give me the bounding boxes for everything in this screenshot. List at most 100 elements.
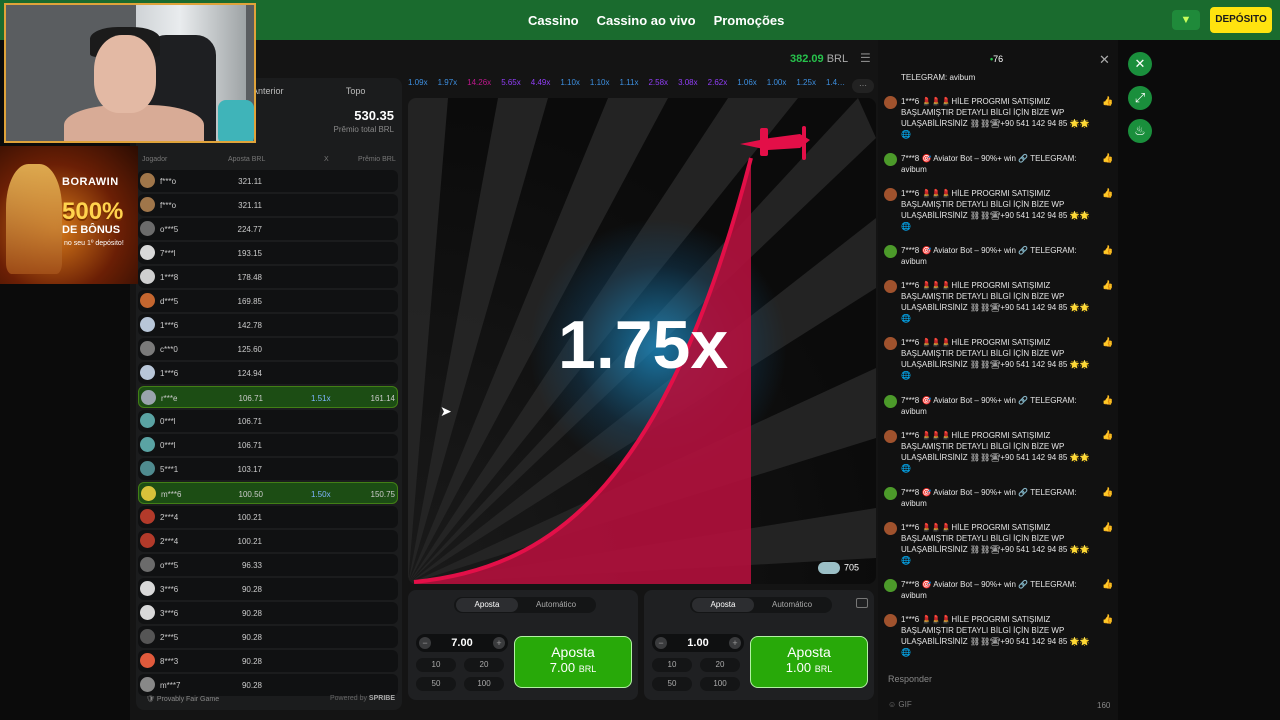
chip-10[interactable]: 10 [652, 658, 692, 672]
players-counter: 705 [818, 562, 859, 574]
bet-amount: 100.50 [238, 490, 263, 499]
tab-anterior[interactable]: Anterior [252, 86, 284, 96]
nav-promocoes[interactable]: Promoções [714, 13, 785, 28]
players-avatars [818, 562, 840, 574]
tab-aposta[interactable]: Aposta [692, 598, 754, 612]
history-item: 1.97x [437, 78, 458, 87]
like-icon[interactable]: 👍 [1102, 337, 1113, 348]
bet-amount-stepper: − 1.00 + [652, 634, 744, 652]
decrease-button[interactable]: − [655, 637, 667, 649]
chat-message: 1***6 💄💄💄HİLE PROGRMI SATIŞIMIZ BAŞLAMIŞ… [884, 96, 1113, 140]
player-name: o***5 [160, 561, 179, 570]
tab-aposta[interactable]: Aposta [456, 598, 518, 612]
bet-amount: 106.71 [237, 441, 262, 450]
avatar [884, 153, 897, 166]
cashout-mult: 1.51x [311, 394, 331, 403]
chat-message: 1***6 💄💄💄HİLE PROGRMI SATIŞIMIZ BAŞLAMIŞ… [884, 188, 1113, 232]
history-item: 1.25x [796, 78, 816, 87]
player-name: r***e [161, 394, 178, 403]
like-icon[interactable]: 👍 [1102, 395, 1113, 406]
chat-message: 1***6 💄💄💄HİLE PROGRMI SATIŞIMIZ BAŞLAMIŞ… [884, 614, 1113, 658]
avatar [884, 614, 897, 627]
table-row: f***o 321.11 [138, 170, 398, 192]
provably-fair-link[interactable]: 🛡 Provably Fair Game [146, 695, 219, 703]
chip-10[interactable]: 10 [416, 658, 456, 672]
col-mult: X [324, 156, 329, 163]
player-name: d***5 [160, 297, 179, 306]
cursor-icon: ➤ [440, 403, 452, 419]
bet-amount: 100.21 [237, 513, 262, 522]
like-icon[interactable]: 👍 [1102, 245, 1113, 256]
table-row: 1***6 124.94 [138, 362, 398, 384]
menu-icon[interactable]: ☰ [860, 51, 871, 65]
chip-50[interactable]: 50 [652, 677, 692, 691]
powered-by: Powered by SPRIBE [330, 695, 395, 702]
table-row: d***5 169.85 [138, 290, 398, 312]
avatar [140, 245, 155, 260]
like-icon[interactable]: 👍 [1102, 153, 1113, 164]
tab-automatico[interactable]: Automático [536, 600, 576, 609]
player-name: f***o [160, 201, 177, 210]
player-name: 5***1 [160, 465, 179, 474]
close-icon[interactable]: ✕ [1128, 52, 1152, 76]
promo-amount: 500% [62, 198, 124, 225]
gif-button[interactable]: GIF [898, 700, 911, 709]
reply-input[interactable]: Responder [888, 674, 932, 684]
table-row: 2***5 90.28 [138, 626, 398, 648]
chip-100[interactable]: 100 [464, 677, 504, 691]
history-item: 1.00x [766, 78, 787, 87]
like-icon[interactable]: 👍 [1102, 487, 1113, 498]
avatar [140, 605, 155, 620]
player-name: 7***l [160, 249, 176, 258]
player-name: m***7 [160, 681, 181, 690]
nav-cassino[interactable]: Cassino [528, 13, 579, 28]
place-bet-button[interactable]: Aposta 7.00 BRL [514, 636, 632, 688]
like-icon[interactable]: 👍 [1102, 579, 1113, 590]
bet-panel-2: Aposta Automático − 1.00 + 10 20 50 100 … [644, 590, 874, 700]
remove-panel-icon[interactable] [856, 598, 868, 608]
like-icon[interactable]: 👍 [1102, 430, 1113, 441]
player-name: 2***4 [160, 537, 179, 546]
increase-button[interactable]: + [729, 637, 741, 649]
like-icon[interactable]: 👍 [1102, 522, 1113, 533]
chip-20[interactable]: 20 [700, 658, 740, 672]
deposit-button[interactable]: DEPÓSITO [1210, 7, 1272, 33]
decrease-button[interactable]: − [419, 637, 431, 649]
place-bet-button[interactable]: Aposta 1.00 BRL [750, 636, 868, 688]
message-text: 1***6 💄💄💄HİLE PROGRMI SATIŞIMIZ BAŞLAMIŞ… [901, 523, 1090, 565]
table-row: 0***l 106.71 [138, 410, 398, 432]
prize-amount: 161.14 [370, 394, 395, 403]
close-icon[interactable]: ✕ [1099, 52, 1110, 68]
promo-banner[interactable]: BORAWIN 500% DE BÔNUS no seu 1º depósito… [0, 146, 138, 284]
tab-automatico[interactable]: Automático [772, 600, 812, 609]
like-icon[interactable]: 👍 [1102, 188, 1113, 199]
nav-cassino-ao-vivo[interactable]: Cassino ao vivo [597, 13, 696, 28]
chevron-down-icon[interactable]: ▼ [1172, 10, 1200, 30]
plane-icon [740, 126, 810, 160]
bet-mode-tabs: Aposta Automático [454, 597, 596, 613]
fire-icon[interactable]: ♨ [1128, 119, 1152, 143]
bet-amount: 90.28 [241, 633, 262, 642]
bet-mode-tabs: Aposta Automático [690, 597, 832, 613]
message-text: 7***8 🎯 Aviator Bot – 90%+ win 🔗 TELEGRA… [901, 580, 1077, 600]
like-icon[interactable]: 👍 [1102, 614, 1113, 625]
message-text: 1***6 💄💄💄HİLE PROGRMI SATIŞIMIZ BAŞLAMIŞ… [901, 281, 1090, 323]
bet-amount: 321.11 [238, 177, 262, 186]
history-item: 1.4… [825, 78, 846, 87]
bet-amount-input[interactable]: 7.00 [432, 637, 492, 649]
increase-button[interactable]: + [493, 637, 505, 649]
chip-20[interactable]: 20 [464, 658, 504, 672]
history-toggle-button[interactable]: ⋯ [852, 79, 874, 93]
message-text: TELEGRAM: avibum [901, 73, 976, 82]
table-row: 8***3 90.28 [138, 650, 398, 672]
expand-icon[interactable]: ⤢ [1128, 86, 1152, 110]
message-text: 1***6 💄💄💄HİLE PROGRMI SATIŞIMIZ BAŞLAMIŞ… [901, 431, 1090, 473]
tab-topo[interactable]: Topo [346, 86, 366, 96]
chip-50[interactable]: 50 [416, 677, 456, 691]
table-row: 1***8 178.48 [138, 266, 398, 288]
chip-100[interactable]: 100 [700, 677, 740, 691]
like-icon[interactable]: 👍 [1102, 280, 1113, 291]
player-name: f***o [160, 177, 177, 186]
like-icon[interactable]: 👍 [1102, 96, 1113, 107]
bet-amount-input[interactable]: 1.00 [668, 637, 728, 649]
